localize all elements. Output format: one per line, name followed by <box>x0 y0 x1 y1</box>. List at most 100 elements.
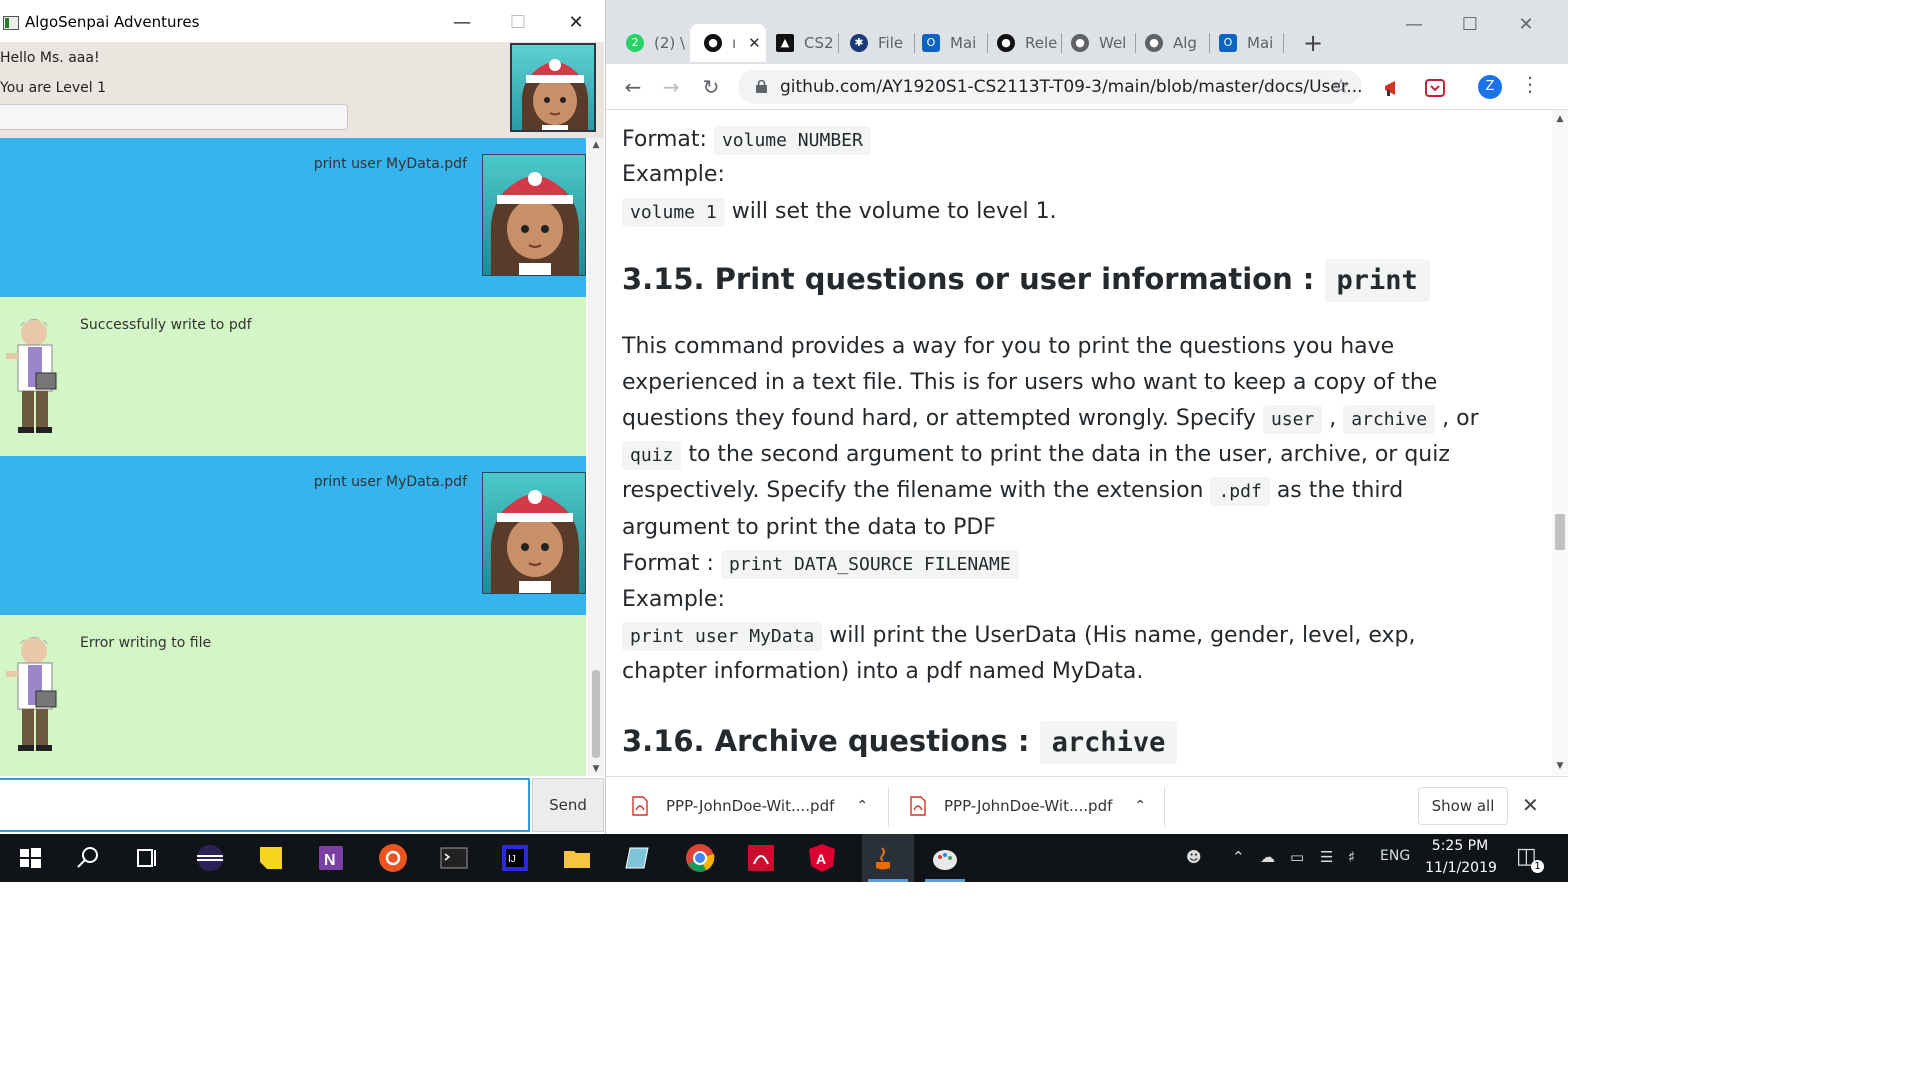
profile-avatar[interactable]: Z <box>1478 75 1502 99</box>
heading-code: print <box>1324 259 1430 302</box>
code-snippet: print DATA_SOURCE FILENAME <box>720 550 1019 579</box>
tab-welcome[interactable]: ● Wel <box>1057 24 1133 62</box>
doc-text: This command provides a way for you to p… <box>622 334 1395 359</box>
windows-taskbar: N IJ A ☻ ⌃ ☁ ▭ ☰ ♯ ENG 5:25 PM 11/1/2019… <box>0 834 1568 882</box>
tab-label: ı <box>732 34 737 52</box>
doc-line: Format: volume NUMBER <box>622 122 871 159</box>
doc-text: chapter information) into a pdf named My… <box>622 659 1144 684</box>
dialog-scrollbar[interactable]: ▲ ▼ <box>588 138 604 776</box>
tab-algo[interactable]: ● Alg <box>1131 24 1207 62</box>
pocket-extension-icon[interactable] <box>1424 77 1446 99</box>
sticky-notes-icon[interactable] <box>255 842 287 874</box>
code-snippet: print user MyData <box>622 622 823 651</box>
send-button[interactable]: Send <box>532 778 604 832</box>
tab-mail-2[interactable]: O Mai <box>1205 24 1281 62</box>
clock-time[interactable]: 5:25 PM <box>1430 838 1490 854</box>
new-tab-button[interactable]: + <box>1298 28 1328 58</box>
chrome-minimize-button[interactable]: — <box>1394 14 1434 44</box>
code-snippet: volume 1 <box>622 198 725 227</box>
doc-line: volume 1 will set the volume to level 1. <box>622 194 1057 231</box>
tab-github-active[interactable]: ● ı ✕ <box>690 24 766 62</box>
section-heading-archive: 3.16. Archive questions : archive <box>622 721 1178 764</box>
chevron-up-icon[interactable]: ⌃ <box>856 798 868 814</box>
code-snippet: volume NUMBER <box>713 126 871 155</box>
scroll-down-icon[interactable]: ▼ <box>1552 761 1568 771</box>
chevron-up-icon[interactable]: ⌃ <box>1134 798 1146 814</box>
paint-icon[interactable] <box>929 842 961 874</box>
close-downloads-icon[interactable]: ✕ <box>1522 793 1539 817</box>
professor-avatar <box>0 633 64 759</box>
minimize-button[interactable]: — <box>434 4 490 40</box>
reload-button[interactable]: ↻ <box>696 72 726 102</box>
acrobat-icon[interactable] <box>745 842 777 874</box>
java-icon[interactable] <box>868 842 900 874</box>
tab-file[interactable]: ✱ File <box>836 24 912 62</box>
volume-muted-icon[interactable]: ♯ <box>1348 848 1355 866</box>
chrome-icon[interactable] <box>684 842 716 874</box>
back-button[interactable]: ← <box>618 72 648 102</box>
snipping-tool-icon[interactable] <box>622 842 654 874</box>
download-item[interactable]: PPP-JohnDoe-Wit....pdf ⌃ <box>632 777 868 835</box>
page-scrollbar[interactable]: ▲ ▼ <box>1552 110 1568 775</box>
scroll-up-icon[interactable]: ▲ <box>1552 114 1568 124</box>
user-message: print user MyData.pdf <box>0 138 586 297</box>
maximize-button[interactable]: ☐ <box>490 4 546 40</box>
forward-button[interactable]: → <box>656 72 686 102</box>
megaphone-extension-icon[interactable] <box>1382 77 1404 99</box>
download-separator <box>888 787 889 827</box>
terminal-icon[interactable] <box>438 842 470 874</box>
globe-icon: ● <box>1071 34 1089 52</box>
player-avatar <box>510 43 596 132</box>
tab-releases[interactable]: ● Rele <box>983 24 1059 62</box>
angular-icon[interactable]: A <box>806 842 838 874</box>
intellij-icon[interactable]: IJ <box>499 842 531 874</box>
file-explorer-icon[interactable] <box>561 842 593 874</box>
tab-whatsapp[interactable]: 2 (2) \ <box>612 24 692 62</box>
windows-start-icon[interactable] <box>14 842 46 874</box>
search-icon[interactable] <box>72 842 104 874</box>
doc-text: Example: <box>622 162 725 187</box>
command-input[interactable] <box>0 778 530 832</box>
scrollbar-thumb[interactable] <box>1555 514 1565 550</box>
wifi-icon[interactable]: ☰ <box>1320 848 1333 866</box>
tab-close-icon[interactable]: ✕ <box>748 34 761 52</box>
close-button[interactable]: ✕ <box>548 4 604 40</box>
scrollbar-thumb[interactable] <box>592 670 600 758</box>
greeting-text: Hello Ms. aaa! <box>0 50 100 66</box>
ubuntu-icon[interactable] <box>377 842 409 874</box>
chrome-maximize-button[interactable]: ☐ <box>1450 14 1490 44</box>
onenote-icon[interactable]: N <box>315 842 347 874</box>
tab-mail[interactable]: O Mai <box>908 24 984 62</box>
pdf-file-icon <box>910 796 926 816</box>
people-icon[interactable]: ☻ <box>1186 848 1202 866</box>
doc-text: Example: <box>622 587 725 612</box>
bookmark-star-icon[interactable]: ☆ <box>1332 74 1350 98</box>
bot-message: Successfully write to pdf <box>0 297 586 456</box>
scroll-up-icon[interactable]: ▲ <box>588 138 604 152</box>
code-snippet: quiz <box>622 441 682 470</box>
clock-date[interactable]: 11/1/2019 <box>1423 860 1499 876</box>
pdf-file-icon <box>632 796 648 816</box>
tab-cs2[interactable]: ▲ CS2 <box>762 24 838 62</box>
tab-label: Rele <box>1025 34 1058 52</box>
battery-icon[interactable]: ▭ <box>1290 848 1304 866</box>
scroll-down-icon[interactable]: ▼ <box>588 762 604 776</box>
tab-label: (2) \ <box>654 34 686 52</box>
page-content[interactable]: sound level with 10 the maximum loudness… <box>606 110 1552 775</box>
show-all-downloads-button[interactable]: Show all <box>1418 787 1508 825</box>
onedrive-icon[interactable]: ☁ <box>1260 848 1275 866</box>
dialog-container[interactable]: print user MyData.pdf Successfully write… <box>0 138 586 776</box>
task-view-icon[interactable] <box>130 842 162 874</box>
lock-icon <box>756 80 767 93</box>
chevron-up-icon[interactable]: ⌃ <box>1232 848 1245 866</box>
graduation-cap-icon: ▲ <box>776 34 794 52</box>
download-item[interactable]: PPP-JohnDoe-Wit....pdf ⌃ <box>910 777 1146 835</box>
eclipse-icon[interactable] <box>194 842 226 874</box>
address-bar[interactable]: github.com/AY1920S1-CS2113T-T09-3/main/b… <box>738 70 1363 104</box>
app-titlebar[interactable]: AlgoSenpai Adventures — ☐ ✕ <box>0 0 604 42</box>
chrome-close-button[interactable]: ✕ <box>1506 14 1546 44</box>
bot-message-text: Error writing to file <box>80 635 212 651</box>
chrome-menu-icon[interactable]: ⋮ <box>1520 72 1540 96</box>
svg-text:A: A <box>816 851 826 867</box>
language-indicator[interactable]: ENG <box>1380 848 1410 864</box>
